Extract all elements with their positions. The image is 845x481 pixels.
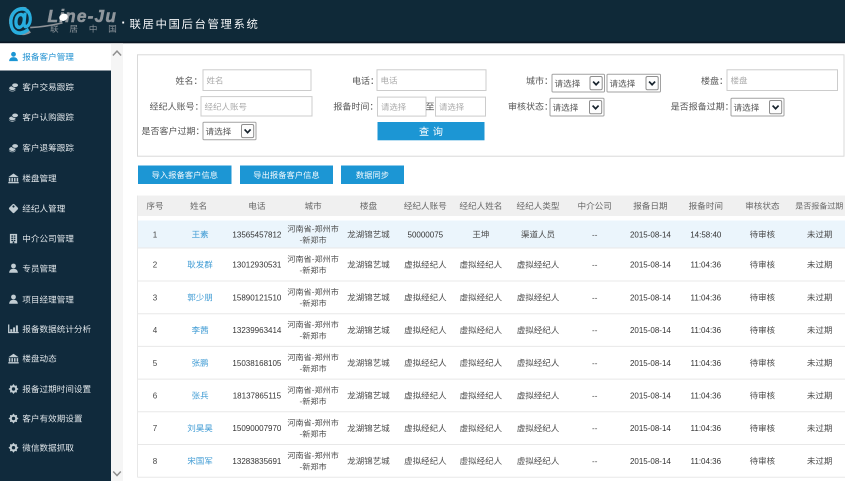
- svg-text:11:04:36: 11:04:36: [691, 457, 722, 466]
- svg-text:2015-08-14: 2015-08-14: [630, 293, 671, 302]
- svg-text:15090007970: 15090007970: [232, 424, 281, 433]
- svg-text:15890121510: 15890121510: [232, 293, 281, 302]
- svg-text:11:04:36: 11:04:36: [691, 359, 722, 368]
- svg-text:2015-08-14: 2015-08-14: [630, 391, 671, 400]
- svg-text:6: 6: [153, 391, 158, 400]
- svg-text:11:04:36: 11:04:36: [691, 293, 722, 302]
- svg-text:2: 2: [153, 261, 158, 270]
- svg-text:13565457812: 13565457812: [232, 230, 281, 239]
- svg-text:--: --: [592, 230, 598, 239]
- svg-text:--: --: [592, 359, 598, 368]
- svg-text:4: 4: [153, 326, 158, 335]
- svg-text:2015-08-14: 2015-08-14: [630, 261, 671, 270]
- svg-text:--: --: [592, 261, 598, 270]
- svg-text:14:58:40: 14:58:40: [690, 230, 722, 239]
- svg-text:3: 3: [153, 293, 158, 302]
- svg-text:2015-08-14: 2015-08-14: [630, 230, 671, 239]
- svg-text:--: --: [592, 391, 598, 400]
- svg-text:11:04:36: 11:04:36: [691, 424, 722, 433]
- svg-text:11:04:36: 11:04:36: [691, 391, 722, 400]
- svg-text:7: 7: [153, 424, 158, 433]
- svg-text:1: 1: [153, 230, 158, 239]
- svg-text:2015-08-14: 2015-08-14: [630, 359, 671, 368]
- svg-text:13283835691: 13283835691: [232, 457, 281, 466]
- svg-text:--: --: [592, 326, 598, 335]
- svg-text:·: ·: [121, 15, 125, 30]
- svg-text:5: 5: [153, 359, 158, 368]
- svg-text:11:04:36: 11:04:36: [691, 261, 722, 270]
- svg-text:Line-Ju: Line-Ju: [48, 6, 118, 26]
- svg-text:50000075: 50000075: [408, 230, 444, 239]
- svg-text:15038168105: 15038168105: [232, 359, 281, 368]
- svg-text:8: 8: [153, 457, 158, 466]
- svg-text:18137865115: 18137865115: [233, 391, 282, 400]
- svg-text:13239963414: 13239963414: [232, 326, 281, 335]
- svg-text:--: --: [592, 457, 598, 466]
- svg-text:--: --: [592, 424, 598, 433]
- svg-text:2015-08-14: 2015-08-14: [630, 424, 671, 433]
- svg-text:11:04:36: 11:04:36: [691, 326, 722, 335]
- svg-text:@: @: [7, 1, 34, 37]
- svg-text:13012930531: 13012930531: [232, 261, 281, 270]
- svg-text:2015-08-14: 2015-08-14: [630, 326, 671, 335]
- svg-text:--: --: [592, 293, 598, 302]
- svg-text:2015-08-14: 2015-08-14: [630, 457, 671, 466]
